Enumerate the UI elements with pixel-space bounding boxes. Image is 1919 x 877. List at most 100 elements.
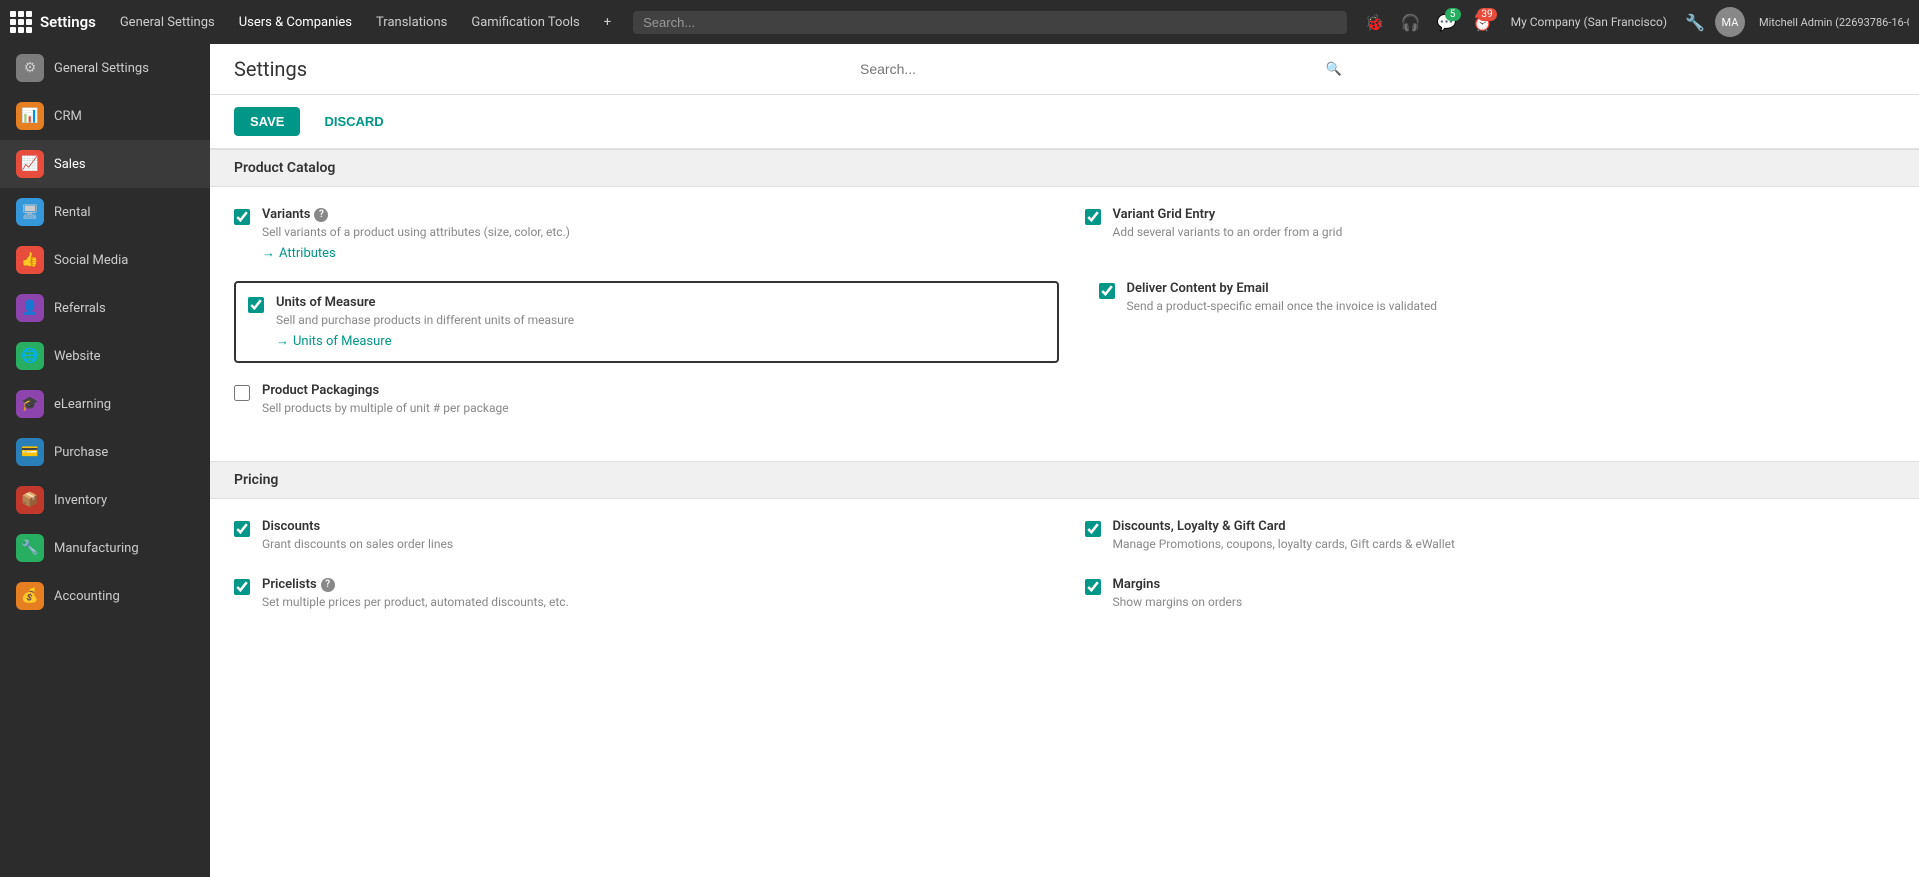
deliver-email-text: Deliver Content by Email Send a product-… <box>1127 281 1438 319</box>
discounts-loyalty-title: Discounts, Loyalty & Gift Card <box>1113 519 1455 534</box>
avatar[interactable]: MA <box>1715 7 1745 37</box>
sidebar-item-elearning[interactable]: 🎓 eLearning <box>0 380 210 428</box>
page-search-input[interactable] <box>860 61 1326 77</box>
apps-icon[interactable] <box>10 11 32 33</box>
setting-discounts-loyalty: Discounts, Loyalty & Gift Card Manage Pr… <box>1085 519 1896 557</box>
pricelists-text: Pricelists ? Set multiple prices per pro… <box>262 577 569 615</box>
sidebar-item-purchase[interactable]: 💳 Purchase <box>0 428 210 476</box>
discounts-loyalty-text: Discounts, Loyalty & Gift Card Manage Pr… <box>1113 519 1455 557</box>
discard-button[interactable]: DISCARD <box>308 107 399 136</box>
discounts-checkbox-wrap[interactable] <box>234 521 250 541</box>
packagings-text: Product Packagings Sell products by mult… <box>262 383 509 421</box>
variant-grid-text: Variant Grid Entry Add several variants … <box>1113 207 1343 245</box>
pricelists-checkbox[interactable] <box>234 579 250 595</box>
settings-row-variants: Variants ? Sell variants of a product us… <box>234 207 1895 261</box>
setting-pricelists: Pricelists ? Set multiple prices per pro… <box>234 577 1045 615</box>
sidebar-item-accounting[interactable]: 💰 Accounting <box>0 572 210 620</box>
packagings-checkbox-wrap[interactable] <box>234 385 250 405</box>
sidebar-label-elearning: eLearning <box>54 397 111 412</box>
sidebar-item-website[interactable]: 🌐 Website <box>0 332 210 380</box>
variant-grid-checkbox-wrap[interactable] <box>1085 209 1101 229</box>
messages-icon[interactable]: 💬 5 <box>1431 6 1463 38</box>
deliver-email-checkbox-wrap[interactable] <box>1099 283 1115 303</box>
uom-description: Sell and purchase products in different … <box>276 313 574 327</box>
discounts-title: Discounts <box>262 519 453 534</box>
discounts-checkbox[interactable] <box>234 521 250 537</box>
uom-text: Units of Measure Sell and purchase produ… <box>276 295 574 349</box>
search-input[interactable] <box>643 15 1336 30</box>
search-submit-icon[interactable]: 🔍 <box>1326 62 1342 77</box>
uom-checkbox[interactable] <box>248 297 264 313</box>
margins-text: Margins Show margins on orders <box>1113 577 1243 615</box>
sidebar-item-rental[interactable]: 🖥 Rental <box>0 188 210 236</box>
nav-translations[interactable]: Translations <box>366 0 457 44</box>
margins-checkbox-wrap[interactable] <box>1085 579 1101 599</box>
sidebar-label-accounting: Accounting <box>54 589 120 604</box>
wrench-icon[interactable]: 🔧 <box>1679 6 1711 38</box>
variant-grid-checkbox[interactable] <box>1085 209 1101 225</box>
uom-arrow-icon: → <box>276 333 289 349</box>
sidebar-item-sales[interactable]: 📈 Sales <box>0 140 210 188</box>
margins-title: Margins <box>1113 577 1243 592</box>
sidebar-item-manufacturing[interactable]: 🔧 Manufacturing <box>0 524 210 572</box>
top-navigation: Settings General Settings Users & Compan… <box>0 0 1919 44</box>
sidebar-label-website: Website <box>54 349 101 364</box>
variants-text: Variants ? Sell variants of a product us… <box>262 207 570 261</box>
uom-link[interactable]: → Units of Measure <box>276 333 574 349</box>
setting-discounts: Discounts Grant discounts on sales order… <box>234 519 1045 557</box>
activities-icon[interactable]: ⏰ 39 <box>1467 6 1499 38</box>
brand-name: Settings <box>40 13 96 31</box>
social-media-icon: 👍 <box>16 246 44 274</box>
discounts-description: Grant discounts on sales order lines <box>262 537 453 551</box>
nav-add[interactable]: + <box>594 0 621 44</box>
sidebar-item-crm[interactable]: 📊 CRM <box>0 92 210 140</box>
user-menu[interactable]: Mitchell Admin (22693786-16-0-all) <box>1749 0 1909 44</box>
packagings-checkbox[interactable] <box>234 385 250 401</box>
sidebar-item-inventory[interactable]: 📦 Inventory <box>0 476 210 524</box>
accounting-icon: 💰 <box>16 582 44 610</box>
sidebar-label-manufacturing: Manufacturing <box>54 541 139 556</box>
nav-users-companies[interactable]: Users & Companies <box>229 0 362 44</box>
variant-grid-title: Variant Grid Entry <box>1113 207 1343 222</box>
elearning-icon: 🎓 <box>16 390 44 418</box>
variants-help-icon[interactable]: ? <box>314 208 328 222</box>
company-name[interactable]: My Company (San Francisco) <box>1503 15 1675 29</box>
setting-packagings: Product Packagings Sell products by mult… <box>234 383 1045 421</box>
variant-grid-description: Add several variants to an order from a … <box>1113 225 1343 239</box>
settings-row-discounts: Discounts Grant discounts on sales order… <box>234 519 1895 557</box>
variants-checkbox-wrap[interactable] <box>234 209 250 229</box>
pricelists-description: Set multiple prices per product, automat… <box>262 595 569 609</box>
pricelists-checkbox-wrap[interactable] <box>234 579 250 599</box>
nav-gamification[interactable]: Gamification Tools <box>461 0 589 44</box>
pricelists-help-icon[interactable]: ? <box>321 578 335 592</box>
deliver-email-title: Deliver Content by Email <box>1127 281 1438 296</box>
deliver-email-checkbox[interactable] <box>1099 283 1115 299</box>
section-pricing-body: Discounts Grant discounts on sales order… <box>210 499 1919 655</box>
settings-row-uom: Units of Measure Sell and purchase produ… <box>234 281 1895 363</box>
bug-icon[interactable]: 🐞 <box>1359 6 1391 38</box>
margins-checkbox[interactable] <box>1085 579 1101 595</box>
sidebar-item-general-settings[interactable]: ⚙ General Settings <box>0 44 210 92</box>
discounts-text: Discounts Grant discounts on sales order… <box>262 519 453 557</box>
uom-checkbox-wrap[interactable] <box>248 297 264 317</box>
page-actions-bar: SAVE DISCARD <box>210 95 1919 149</box>
sidebar-label-crm: CRM <box>54 109 82 124</box>
save-button[interactable]: SAVE <box>234 107 300 136</box>
sidebar-label-sales: Sales <box>54 157 86 172</box>
section-product-catalog-body: Variants ? Sell variants of a product us… <box>210 187 1919 461</box>
sidebar-item-social-media[interactable]: 👍 Social Media <box>0 236 210 284</box>
messages-badge: 5 <box>1445 8 1461 21</box>
nav-general-settings[interactable]: General Settings <box>110 0 225 44</box>
sidebar-label-purchase: Purchase <box>54 445 108 460</box>
attributes-link[interactable]: → Attributes <box>262 245 570 261</box>
sidebar: ⚙ General Settings 📊 CRM 📈 Sales 🖥 Renta… <box>0 44 210 877</box>
pricelists-title: Pricelists ? <box>262 577 569 592</box>
discounts-loyalty-checkbox-wrap[interactable] <box>1085 521 1101 541</box>
sidebar-item-referrals[interactable]: 👤 Referrals <box>0 284 210 332</box>
sidebar-label-social-media: Social Media <box>54 253 128 268</box>
brand[interactable]: Settings <box>10 11 96 33</box>
support-icon[interactable]: 🎧 <box>1395 6 1427 38</box>
variants-checkbox[interactable] <box>234 209 250 225</box>
discounts-loyalty-checkbox[interactable] <box>1085 521 1101 537</box>
page-title: Settings <box>234 57 307 81</box>
